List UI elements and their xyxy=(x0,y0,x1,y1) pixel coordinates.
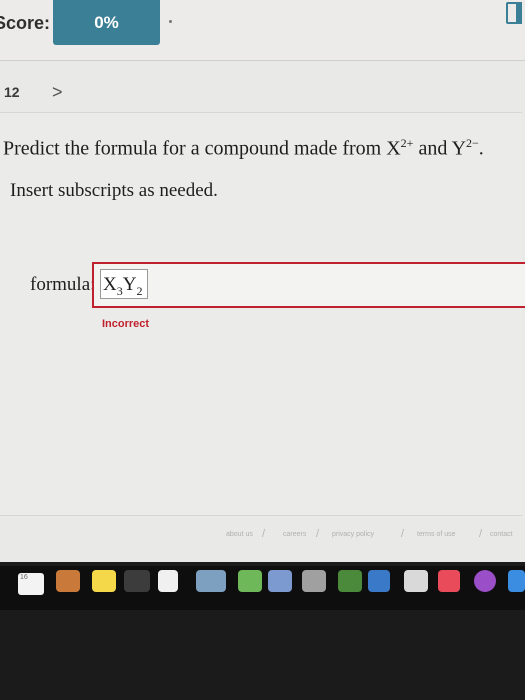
formula-subscript-y: 2 xyxy=(136,283,143,298)
browser-viewport: Score: 0% ​12 > Predict the formula for … xyxy=(0,0,525,562)
music-icon[interactable] xyxy=(438,570,460,592)
prompt-lead: Predict the formula for a compound made … xyxy=(3,137,401,160)
terminal-icon[interactable] xyxy=(124,570,150,592)
document-icon[interactable] xyxy=(158,570,178,592)
question-number-text: 12 xyxy=(4,84,20,100)
question-panel xyxy=(0,112,522,516)
footer-link-contact[interactable]: contact xyxy=(490,531,513,538)
score-label: Score: xyxy=(0,13,51,33)
separator-dot xyxy=(169,20,172,23)
footer-link-about[interactable]: about us xyxy=(226,531,253,538)
numbers-icon[interactable] xyxy=(338,570,362,592)
score-bar: Score: 0% xyxy=(0,0,525,61)
keynote-app-icon[interactable] xyxy=(368,570,390,592)
photos-icon[interactable] xyxy=(196,570,226,592)
prompt-end: . xyxy=(478,137,484,160)
question-number: ​12 xyxy=(0,84,20,100)
app-store-icon[interactable] xyxy=(508,570,525,592)
folder-icon[interactable] xyxy=(56,570,80,592)
footer-separator: / xyxy=(316,528,320,540)
cation-charge: 2+ xyxy=(400,136,414,150)
formula-label: formula: xyxy=(30,274,96,295)
answer-status: Incorrect xyxy=(102,318,150,330)
formula-element-x: X xyxy=(103,274,117,295)
formula-element-y: Y xyxy=(122,274,137,295)
score-value: 0% xyxy=(53,0,160,45)
calendar-day: 16 xyxy=(20,574,28,581)
maps-icon[interactable] xyxy=(238,570,262,592)
footer-separator: / xyxy=(262,528,266,540)
question-prompt: Predict the formula for a compound made … xyxy=(3,136,484,161)
footer-link-terms[interactable]: terms of use xyxy=(417,531,456,538)
prompt-mid: and Y xyxy=(413,137,467,160)
formula-input[interactable]: X3Y2 xyxy=(100,269,148,299)
next-question-button[interactable]: > xyxy=(52,82,63,103)
formula-answer-field[interactable]: X3Y2 xyxy=(92,262,525,308)
footer-separator: / xyxy=(401,528,405,540)
notes-icon[interactable] xyxy=(92,570,116,592)
panel-toggle-icon[interactable] xyxy=(506,2,522,24)
footer-link-careers[interactable]: careers xyxy=(283,531,306,538)
footer-link-privacy[interactable]: privacy policy xyxy=(332,531,374,538)
keynote-icon[interactable] xyxy=(302,570,326,592)
podcasts-icon[interactable] xyxy=(474,570,496,592)
question-instruction: Insert subscripts as needed. xyxy=(10,180,218,201)
news-icon[interactable] xyxy=(404,570,428,592)
chart-icon[interactable] xyxy=(268,570,292,592)
anion-charge: 2− xyxy=(466,136,479,150)
footer-separator: / xyxy=(479,528,483,540)
calendar-icon[interactable]: 16 xyxy=(18,573,44,595)
